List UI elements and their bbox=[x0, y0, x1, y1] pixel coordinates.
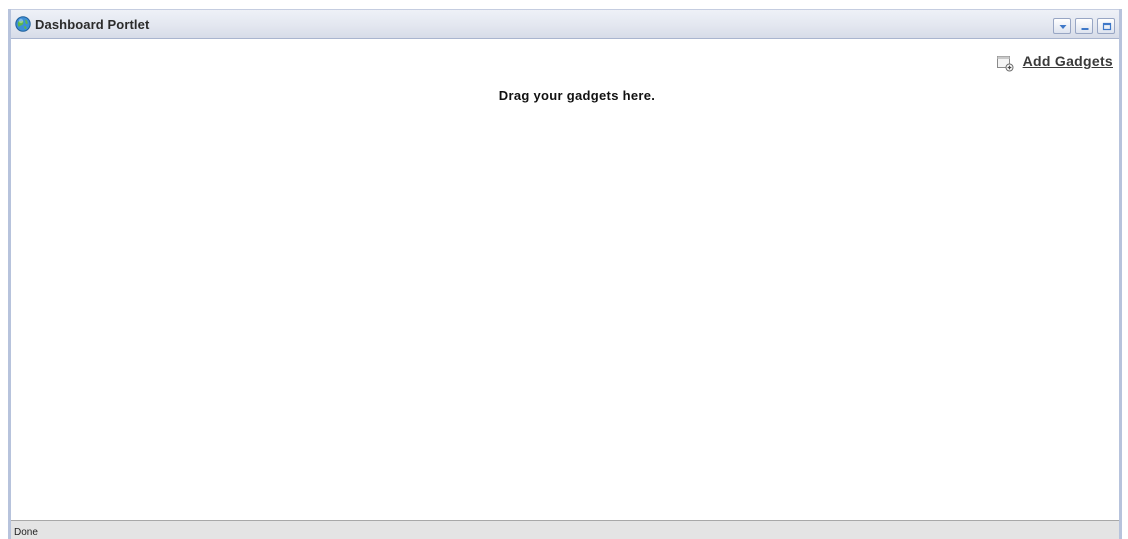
status-text: Done bbox=[14, 527, 38, 538]
portlet-title: Dashboard Portlet bbox=[35, 17, 150, 32]
dropdown-icon[interactable] bbox=[1053, 18, 1071, 34]
window-controls bbox=[1053, 18, 1115, 35]
minimize-icon[interactable] bbox=[1075, 18, 1093, 34]
status-bar: Done bbox=[11, 520, 1119, 539]
dashboard-portlet: Dashboard Portlet Add Gadgets Drag your … bbox=[8, 9, 1122, 539]
maximize-icon[interactable] bbox=[1097, 18, 1115, 34]
add-window-icon[interactable] bbox=[996, 54, 1014, 72]
globe-icon bbox=[15, 16, 31, 32]
add-gadgets-control[interactable]: Add Gadgets bbox=[996, 51, 1113, 72]
add-gadgets-link[interactable]: Add Gadgets bbox=[1023, 53, 1113, 69]
portlet-titlebar[interactable]: Dashboard Portlet bbox=[11, 9, 1119, 39]
empty-drop-message: Drag your gadgets here. bbox=[498, 88, 656, 103]
